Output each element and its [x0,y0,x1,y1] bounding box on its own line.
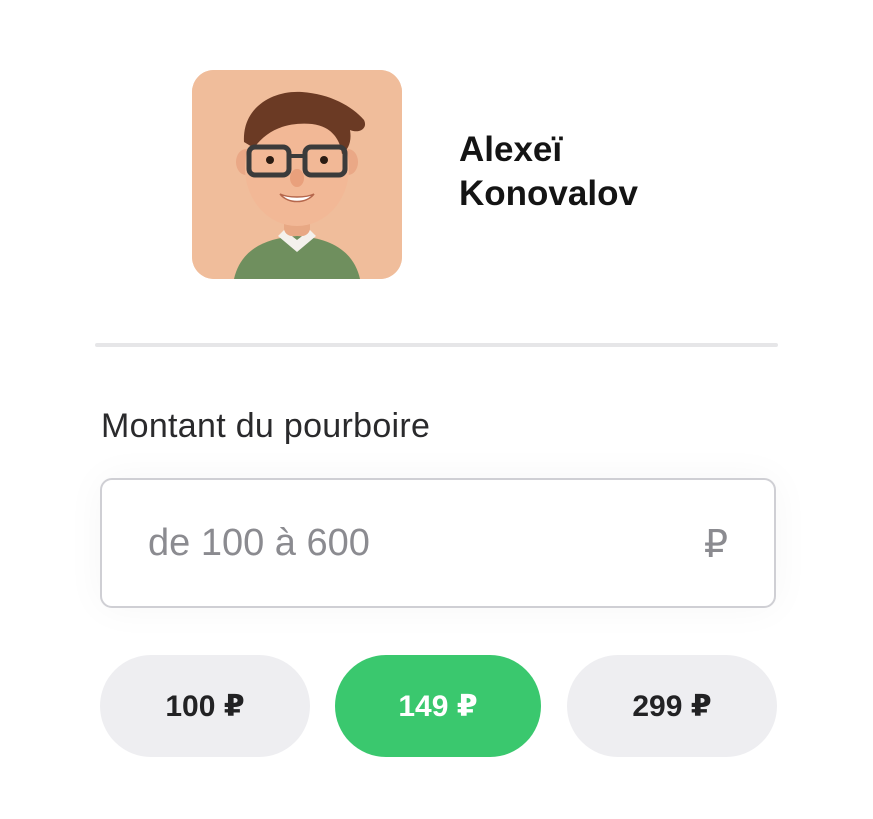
recipient-avatar [192,70,402,279]
recipient-name: Alexeï Konovalov [459,128,719,216]
tip-preset-100-button[interactable]: 100 ₽ [100,655,310,757]
ruble-currency-icon: ₽ [703,524,728,566]
avatar-illustration [192,70,402,279]
section-divider [95,343,778,347]
tip-preset-299-button[interactable]: 299 ₽ [567,655,777,757]
tip-amount-label: Montant du pourboire [101,407,431,445]
tip-preset-149-button[interactable]: 149 ₽ [335,655,541,757]
tip-amount-input[interactable]: de 100 à 600 ₽ [100,478,776,608]
recipient-first-name: Alexeï [459,130,563,169]
recipient-last-name: Konovalov [459,174,638,213]
tip-preset-group: 100 ₽ 149 ₽ 299 ₽ [100,655,777,757]
tip-amount-placeholder: de 100 à 600 [148,522,370,564]
